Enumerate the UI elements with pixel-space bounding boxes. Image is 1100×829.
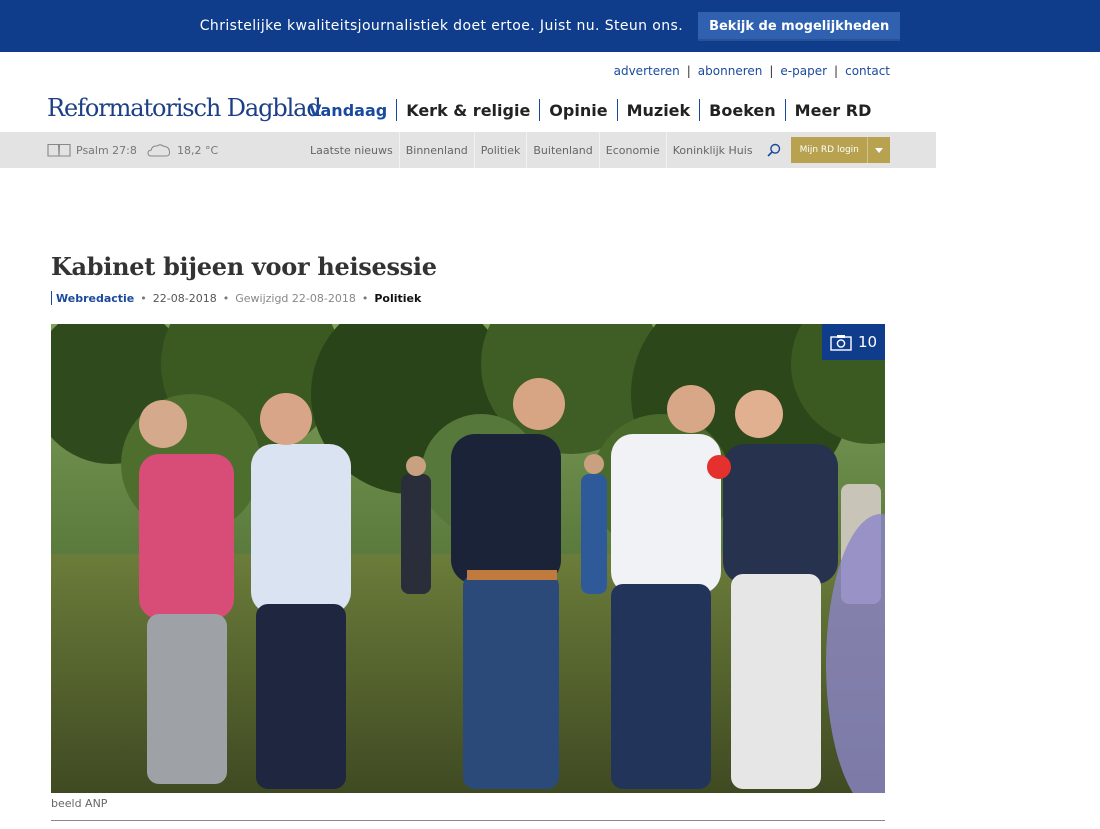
site-logo[interactable]: Reformatorisch Dagblad — [47, 94, 322, 122]
divider — [51, 820, 885, 821]
nav-divider — [539, 99, 541, 121]
epaper-link[interactable]: e-paper — [780, 64, 827, 78]
nav-item-vandaag[interactable]: Vandaag — [309, 101, 387, 120]
photo-gallery-button[interactable]: 10 — [822, 324, 885, 360]
edited-date: Gewijzigd 22-08-2018 — [235, 291, 356, 305]
my-rd-login-button[interactable]: Mijn RD login — [790, 137, 890, 163]
camera-icon — [830, 334, 852, 351]
subscribe-link[interactable]: abonneren — [698, 64, 763, 78]
nav-item-muziek[interactable]: Muziek — [627, 101, 691, 120]
chevron-down-icon[interactable] — [866, 137, 890, 163]
article-meta: Webredactie • 22-08-2018 • Gewijzigd 22-… — [51, 291, 421, 305]
contact-link[interactable]: contact — [845, 64, 890, 78]
section-links: Laatste nieuws Binnenland Politiek Buite… — [304, 132, 890, 168]
advertise-link[interactable]: adverteren — [614, 64, 680, 78]
view-options-button[interactable]: Bekijk de mogelijkheden — [698, 11, 901, 41]
subnav-binnenland[interactable]: Binnenland — [400, 144, 474, 157]
article-title: Kabinet bijeen voor heisessie — [51, 252, 437, 281]
open-book-icon — [47, 143, 71, 157]
nav-item-meer-rd[interactable]: Meer RD — [795, 101, 872, 120]
banner-text: Christelijke kwaliteitsjournalistiek doe… — [199, 18, 684, 34]
support-banner: Christelijke kwaliteitsjournalistiek doe… — [0, 0, 1100, 52]
nav-divider — [784, 99, 786, 121]
publish-date: 22-08-2018 — [152, 291, 217, 305]
daily-psalm[interactable]: Psalm 27:8 — [47, 143, 137, 157]
nav-divider — [396, 99, 398, 121]
psalm-text: Psalm 27:8 — [76, 143, 137, 157]
search-icon[interactable] — [767, 143, 781, 157]
subnav-economie[interactable]: Economie — [600, 144, 666, 157]
nav-item-kerk-religie[interactable]: Kerk & religie — [406, 101, 530, 120]
nav-divider — [699, 99, 701, 121]
nav-item-opinie[interactable]: Opinie — [549, 101, 607, 120]
article-photo[interactable]: 10 — [51, 324, 885, 793]
subnav-politiek[interactable]: Politiek — [475, 144, 527, 157]
photo-caption: beeld ANP — [51, 797, 108, 810]
photo-count: 10 — [857, 333, 878, 351]
nav-item-boeken[interactable]: Boeken — [709, 101, 776, 120]
nav-divider — [616, 99, 618, 121]
subnav-latest-news[interactable]: Laatste nieuws — [304, 144, 399, 157]
sub-navigation-bar: Psalm 27:8 18,2 °C Laatste nieuws Binnen… — [0, 132, 936, 168]
main-nav: Vandaag Kerk & religie Opinie Muziek Boe… — [309, 99, 871, 121]
photo-illustration — [51, 324, 885, 793]
cloud-icon — [147, 144, 171, 157]
subnav-koninklijk-huis[interactable]: Koninklijk Huis — [667, 144, 759, 157]
temperature: 18,2 °C — [177, 143, 219, 157]
utility-links: adverteren | abonneren | e-paper | contact — [613, 64, 890, 78]
author-link[interactable]: Webredactie — [56, 292, 134, 305]
subnav-buitenland[interactable]: Buitenland — [527, 144, 598, 157]
section-link[interactable]: Politiek — [374, 292, 421, 305]
weather: 18,2 °C — [147, 143, 218, 157]
login-label: Mijn RD login — [799, 145, 859, 155]
